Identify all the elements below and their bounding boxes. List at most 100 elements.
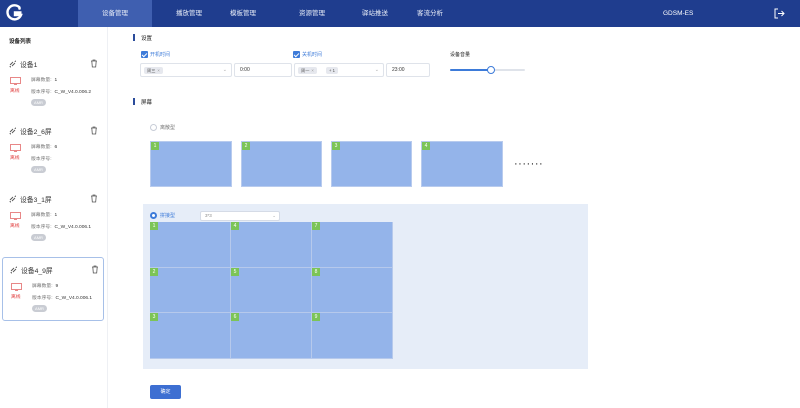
splice-radio[interactable] xyxy=(150,212,157,219)
trash-icon[interactable] xyxy=(90,126,98,135)
section-marker xyxy=(133,98,135,105)
settings-title: 设置 xyxy=(141,36,153,42)
screen-number: 8 xyxy=(312,267,320,276)
day-tag: 周一 × xyxy=(298,67,317,74)
chevron-down-icon: ⌄ xyxy=(374,67,379,73)
device-status: 离线 xyxy=(10,224,20,229)
splice-cell[interactable]: 3 xyxy=(150,313,231,359)
power-on-label: 开机时间 xyxy=(150,52,171,58)
chevron-down-icon: ⌄ xyxy=(272,213,276,218)
screen-count-row: 屏幕数量: 9 xyxy=(32,284,59,289)
screen-count-row: 屏幕数量: 1 xyxy=(31,78,58,83)
device-name: 设备1 xyxy=(20,62,38,69)
top-nav-bar: 设备管理 播放管理 模板管理 资源管理 驿站推送 客流分析 GDSM-ES xyxy=(0,0,800,27)
g-logo-icon[interactable] xyxy=(6,4,24,22)
device-name: 设备2_6屏 xyxy=(20,129,52,136)
device-status: 离线 xyxy=(10,156,20,161)
screen-number: 4 xyxy=(231,222,239,230)
screen-number: 7 xyxy=(312,222,320,230)
screen-tile[interactable]: 4 xyxy=(421,141,503,187)
splice-cell[interactable]: 2 xyxy=(150,267,231,314)
volume-slider-fill xyxy=(450,69,492,71)
independent-label: 离散型 xyxy=(160,125,176,131)
splice-label: 拼接型 xyxy=(160,213,176,219)
link-icon xyxy=(9,127,17,135)
trash-icon[interactable] xyxy=(90,59,98,68)
device-status: 离线 xyxy=(11,295,21,300)
device-card-2[interactable]: 设备2_6屏 离线 屏幕数量: 6 版本序号: AMR xyxy=(2,119,104,183)
power-off-time-input[interactable]: 23:00 xyxy=(386,63,430,77)
device-status: 离线 xyxy=(10,89,20,94)
day-tag: 周三 × xyxy=(144,67,163,74)
chevron-down-icon: ⌄ xyxy=(222,67,227,73)
power-on-time-input[interactable]: 0:00 xyxy=(234,63,292,77)
splice-cell[interactable]: 8 xyxy=(312,267,393,314)
monitor-icon xyxy=(10,212,21,220)
link-icon xyxy=(9,60,17,68)
more-days-tag: + 1 xyxy=(326,67,338,74)
splice-cell[interactable]: 1 xyxy=(150,222,231,268)
more-screens-indicator: ······· xyxy=(514,158,544,170)
section-marker xyxy=(133,34,135,41)
device-name: 设备4_9屏 xyxy=(21,268,53,275)
device-card-3[interactable]: 设备3_1屏 离线 屏幕数量: 1 版本序号: C_W_V4.0.006.1 AMR xyxy=(2,187,104,251)
splice-cell[interactable]: 6 xyxy=(231,313,312,359)
splice-cell[interactable]: 5 xyxy=(231,267,312,314)
independent-radio[interactable] xyxy=(150,124,157,131)
nav-template-management[interactable]: 模板管理 xyxy=(206,0,280,27)
splice-layout-select[interactable]: 3*3 ⌄ xyxy=(200,211,280,221)
splice-cell[interactable]: 7 xyxy=(312,222,393,268)
screen-number: 2 xyxy=(150,267,158,276)
screen-tile[interactable]: 2 xyxy=(241,141,322,187)
confirm-button[interactable]: 确定 xyxy=(150,385,181,399)
volume-slider-handle[interactable] xyxy=(487,66,495,74)
version-row: 版本序号: C_W_V4.0.006.1 xyxy=(31,225,92,230)
close-icon: × xyxy=(157,68,160,73)
screen-number: 6 xyxy=(231,313,239,322)
device-type-badge: AMR xyxy=(31,99,46,106)
screen-number: 5 xyxy=(231,267,239,276)
device-type-badge: AMR xyxy=(31,166,46,173)
screen-number: 9 xyxy=(312,313,320,322)
monitor-icon xyxy=(11,283,22,291)
nav-traffic-analysis[interactable]: 客流分析 xyxy=(393,0,467,27)
trash-icon[interactable] xyxy=(90,194,98,203)
link-icon xyxy=(9,195,17,203)
power-on-checkbox[interactable] xyxy=(141,51,148,58)
power-on-day-select[interactable]: 周三 × ⌄ xyxy=(140,63,232,77)
power-off-day-select[interactable]: 周一 × + 1 ⌄ xyxy=(294,63,384,77)
screen-count-row: 屏幕数量: 1 xyxy=(31,213,58,218)
nav-device-management[interactable]: 设备管理 xyxy=(78,0,152,27)
splice-grid: 1 4 7 2 5 8 3 6 9 xyxy=(150,222,393,359)
splice-cell[interactable]: 4 xyxy=(231,222,312,268)
volume-label: 设备音量 xyxy=(450,52,471,58)
device-type-badge: AMR xyxy=(31,234,46,241)
device-card-4[interactable]: 设备4_9屏 离线 屏幕数量: 9 版本序号: C_W_V4.0.006.1 AMR xyxy=(2,257,104,321)
screen-tile[interactable]: 3 xyxy=(331,141,412,187)
screen-number: 1 xyxy=(151,142,159,150)
link-icon xyxy=(10,266,18,274)
trash-icon[interactable] xyxy=(91,265,99,274)
device-card-1[interactable]: 设备1 离线 屏幕数量: 1 版本序号: C_W_V4.0.006.2 AMR xyxy=(2,52,104,116)
screen-count-row: 屏幕数量: 6 xyxy=(31,145,58,150)
screen-tile[interactable]: 1 xyxy=(150,141,232,187)
version-row: 版本序号: C_W_V4.0.006.1 xyxy=(32,296,93,301)
screen-number: 2 xyxy=(242,142,250,150)
screens-title: 屏幕 xyxy=(141,100,153,106)
screen-number: 3 xyxy=(332,142,340,150)
sidebar-title: 设备列表 xyxy=(9,39,32,45)
screen-number: 3 xyxy=(150,313,158,322)
screen-number: 1 xyxy=(150,222,158,230)
logout-icon[interactable] xyxy=(774,8,785,19)
close-icon: × xyxy=(311,68,314,73)
device-name: 设备3_1屏 xyxy=(20,197,52,204)
power-off-checkbox[interactable] xyxy=(293,51,300,58)
power-off-label: 关机时间 xyxy=(302,52,323,58)
version-row: 版本序号: C_W_V4.0.006.2 xyxy=(31,90,92,95)
monitor-icon xyxy=(10,144,21,152)
splice-cell[interactable]: 9 xyxy=(312,313,393,359)
version-row: 版本序号: xyxy=(31,157,52,162)
device-type-badge: AMR xyxy=(32,305,47,312)
device-name-label: GDSM-ES xyxy=(663,10,694,17)
screen-number: 4 xyxy=(422,142,430,150)
